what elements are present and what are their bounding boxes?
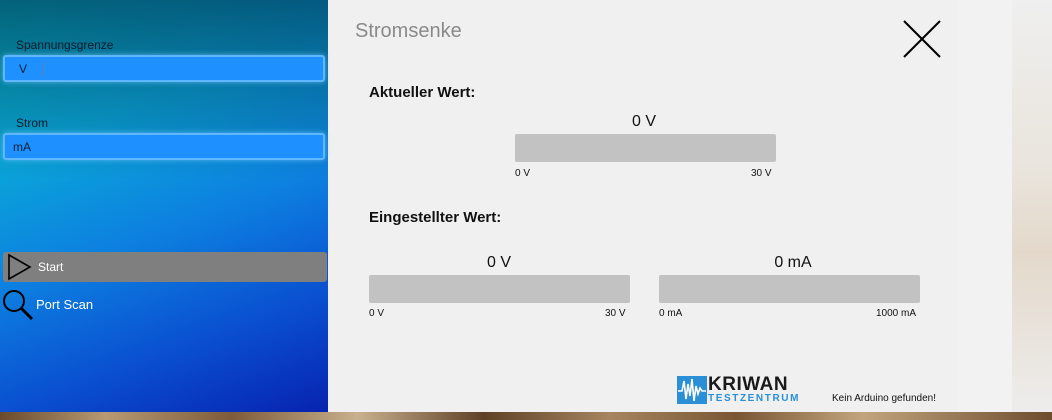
voltage-limit-input[interactable]: V — [3, 55, 325, 82]
logo-subtitle: TESTZENTRUM — [708, 393, 801, 404]
set-voltage-readout: 0 V — [486, 254, 511, 271]
actual-voltage-bar — [515, 134, 776, 162]
start-button[interactable]: Start — [3, 252, 327, 282]
start-button-label: Start — [38, 260, 64, 274]
taskbar-strip — [0, 412, 1052, 420]
main-panel: Stromsenke Aktueller Wert: 0 V 0 V 30 V … — [328, 0, 958, 412]
set-current-max-tick: 1000 mA — [876, 308, 917, 319]
actual-value-heading: Aktueller Wert: — [369, 84, 476, 101]
waveform-logo-icon — [677, 376, 707, 409]
sidebar-panel: Spannungsgrenze V Strom mA Start Port Sc… — [0, 0, 328, 412]
text-caret — [42, 62, 43, 77]
port-scan-button[interactable]: Port Scan — [0, 287, 200, 321]
close-icon[interactable] — [902, 19, 942, 64]
actual-max-tick: 30 V — [751, 168, 772, 179]
actual-value-readout: 0 V — [631, 113, 656, 130]
current-unit-label: mA — [13, 140, 31, 154]
set-voltage-max-tick: 30 V — [605, 308, 626, 319]
port-scan-label: Port Scan — [36, 297, 94, 312]
play-icon — [5, 253, 33, 286]
current-label: Strom — [16, 116, 49, 130]
page-title: Stromsenke — [355, 20, 462, 42]
set-current-readout: 0 mA — [774, 254, 812, 271]
desktop-background — [958, 0, 1052, 420]
actual-min-tick: 0 V — [515, 168, 531, 179]
voltage-unit-label: V — [19, 62, 28, 76]
set-current-bar — [659, 275, 920, 303]
current-input[interactable]: mA — [3, 133, 325, 160]
magnifier-icon — [1, 288, 35, 327]
set-voltage-bar — [369, 275, 630, 303]
set-value-heading: Eingestellter Wert: — [369, 209, 502, 226]
set-voltage-min-tick: 0 V — [369, 308, 385, 319]
voltage-limit-label: Spannungsgrenze — [16, 38, 114, 52]
connection-status: Kein Arduino gefunden! — [832, 393, 936, 404]
set-current-min-tick: 0 mA — [659, 308, 683, 319]
